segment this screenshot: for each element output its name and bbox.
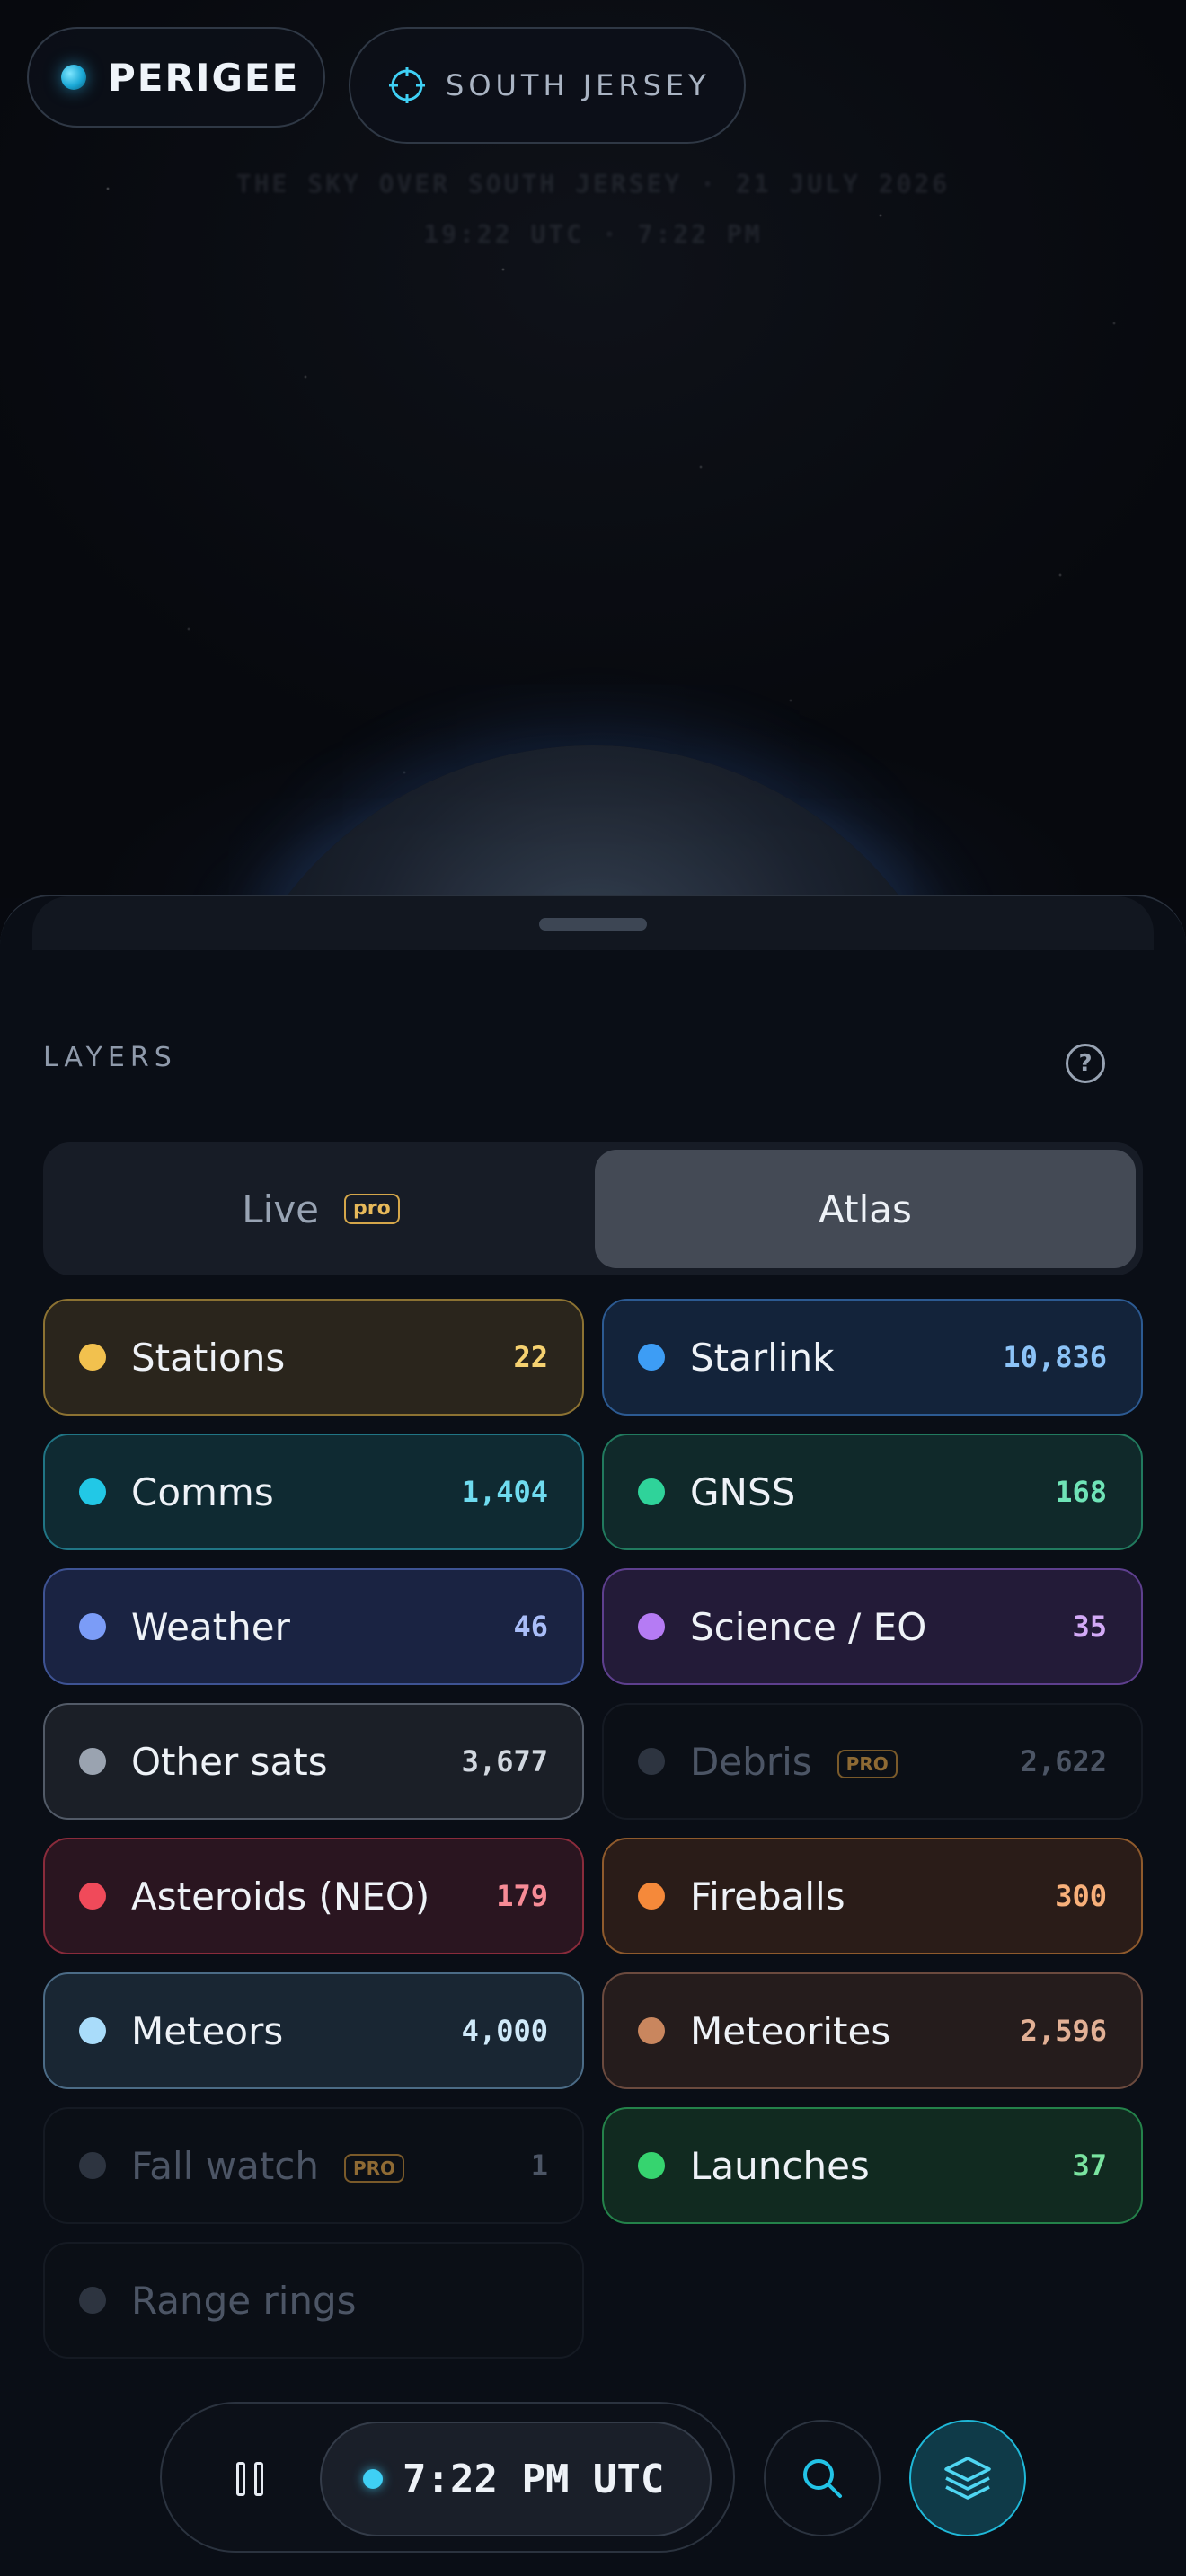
layer-toggle-meteorites[interactable]: Meteorites 2,596 <box>602 1972 1143 2089</box>
layer-toggle-asteroids-neo[interactable]: Asteroids (NEO) 179 <box>43 1838 584 1954</box>
layer-color-dot <box>638 1883 665 1910</box>
layers-sheet: LAYERS ? Live pro Atlas Stations 22 Starli… <box>0 895 1186 2576</box>
layer-toggle-fall-watch[interactable]: Fall watch PRO 1 <box>43 2107 584 2224</box>
layer-toggle-other-sats[interactable]: Other sats 3,677 <box>43 1703 584 1820</box>
help-icon[interactable]: ? <box>1066 1044 1105 1083</box>
layer-count: 300 <box>1055 1879 1107 1913</box>
layer-color-dot <box>79 1748 106 1775</box>
layer-count: 4,000 <box>461 2014 548 2048</box>
layer-toggle-weather[interactable]: Weather 46 <box>43 1568 584 1685</box>
layers-icon <box>944 2457 991 2500</box>
layer-count: 1,404 <box>461 1475 548 1509</box>
layer-toggle-launches[interactable]: Launches 37 <box>602 2107 1143 2224</box>
layer-color-dot <box>79 1613 106 1640</box>
layer-count: 2,596 <box>1020 2014 1107 2048</box>
layer-toggle-comms[interactable]: Comms 1,404 <box>43 1434 584 1550</box>
layer-toggle-gnss[interactable]: GNSS 168 <box>602 1434 1143 1550</box>
layer-color-dot <box>638 1478 665 1505</box>
brand-name: PERIGEE <box>108 55 300 100</box>
mode-segmented-control: Live pro Atlas <box>43 1142 1143 1275</box>
layer-label: GNSS <box>690 1469 796 1514</box>
layer-toggle-starlink[interactable]: Starlink 10,836 <box>602 1299 1143 1416</box>
layer-count: 22 <box>513 1340 548 1374</box>
layer-label: Meteors <box>131 2008 284 2053</box>
layer-label: Other sats <box>131 1739 328 1784</box>
faint-caption-1: THE SKY OVER SOUTH JERSEY · 21 JULY 2026 <box>235 169 951 198</box>
layer-label: Debris PRO <box>690 1740 1021 1784</box>
layer-color-dot <box>79 2287 106 2314</box>
layer-count: 10,836 <box>1003 1340 1107 1374</box>
brand-pill[interactable]: PERIGEE <box>27 27 325 128</box>
layer-color-dot <box>79 1478 106 1505</box>
sheet-title: LAYERS <box>43 1042 177 1073</box>
layer-count: 46 <box>513 1610 548 1644</box>
tab-live[interactable]: Live pro <box>50 1150 591 1268</box>
layer-toggle-debris[interactable]: Debris PRO 2,622 <box>602 1703 1143 1820</box>
pause-button[interactable] <box>223 2452 277 2506</box>
layer-count: 1 <box>530 2148 548 2183</box>
time-display[interactable]: 7:22 PM UTC <box>320 2422 712 2536</box>
layer-color-dot <box>638 2152 665 2179</box>
layer-label: Asteroids (NEO) <box>131 1874 430 1919</box>
layer-color-dot <box>79 1344 106 1371</box>
layer-count: 35 <box>1072 1610 1107 1644</box>
layer-toggle-meteors[interactable]: Meteors 4,000 <box>43 1972 584 2089</box>
layer-toggle-range-rings[interactable]: Range rings <box>43 2242 584 2359</box>
layer-color-dot <box>638 1748 665 1775</box>
layer-label: Meteorites <box>690 2008 891 2053</box>
layer-toggle-fireballs[interactable]: Fireballs 300 <box>602 1838 1143 1954</box>
pro-badge: pro <box>344 1194 400 1224</box>
layer-label: Science / EO <box>690 1604 927 1649</box>
layer-color-dot <box>79 1883 106 1910</box>
search-button[interactable] <box>764 2420 881 2536</box>
layer-label: Fireballs <box>690 1874 845 1919</box>
layer-toggle-science-eo[interactable]: Science / EO 35 <box>602 1568 1143 1685</box>
layer-color-dot <box>638 1344 665 1371</box>
brand-orb-icon <box>61 65 86 90</box>
layer-label: Range rings <box>131 2278 357 2323</box>
layer-count: 179 <box>496 1879 548 1913</box>
layer-count: 37 <box>1072 2148 1107 2183</box>
pause-icon <box>236 2462 245 2496</box>
sheet-grabber[interactable] <box>539 918 647 931</box>
layer-toggle-stations[interactable]: Stations 22 <box>43 1299 584 1416</box>
pro-badge: PRO <box>344 2154 405 2183</box>
location-label: SOUTH JERSEY <box>446 68 711 102</box>
layers-button[interactable] <box>909 2420 1026 2536</box>
layer-count: 2,622 <box>1020 1744 1107 1778</box>
layer-label: Launches <box>690 2143 870 2188</box>
layer-label: Comms <box>131 1469 274 1514</box>
tab-atlas-label: Atlas <box>819 1187 912 1231</box>
layer-label: Starlink <box>690 1335 835 1380</box>
crosshair-icon <box>389 67 425 103</box>
live-indicator <box>363 2469 383 2489</box>
playback-bar: 7:22 PM UTC <box>160 2402 735 2553</box>
faint-caption-2: 19:22 UTC · 7:22 PM <box>423 219 763 249</box>
layer-count: 3,677 <box>461 1744 548 1778</box>
tab-atlas[interactable]: Atlas <box>595 1150 1136 1268</box>
search-icon <box>803 2459 842 2498</box>
layer-label: Weather <box>131 1604 290 1649</box>
layer-color-dot <box>638 1613 665 1640</box>
layer-count: 168 <box>1055 1475 1107 1509</box>
time-text: 7:22 PM UTC <box>403 2456 665 2502</box>
layer-color-dot <box>79 2017 106 2044</box>
layer-label: Stations <box>131 1335 286 1380</box>
layer-color-dot <box>638 2017 665 2044</box>
layer-color-dot <box>79 2152 106 2179</box>
location-pill[interactable]: SOUTH JERSEY <box>349 27 746 144</box>
pro-badge: PRO <box>836 1750 898 1778</box>
tab-live-label: Live <box>242 1187 320 1231</box>
layer-label: Fall watch PRO <box>131 2144 531 2188</box>
